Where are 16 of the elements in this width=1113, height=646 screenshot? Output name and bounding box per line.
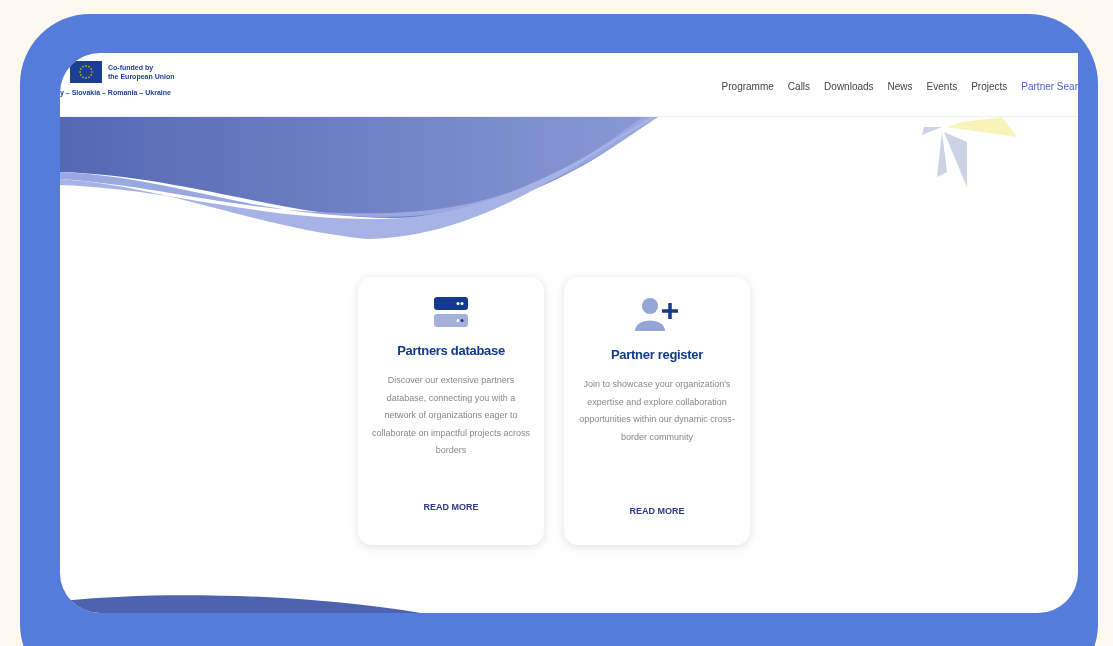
server-icon xyxy=(434,297,468,327)
nav-link[interactable]: Downloads xyxy=(824,81,874,92)
card-title: Partner register xyxy=(611,347,703,362)
card-description: Join to showcase your organization's expertise and explore collaboration opportunities within our dynamic cross-border community xyxy=(578,378,736,444)
nav-link[interactable]: Projects xyxy=(971,81,1008,92)
nav-link[interactable]: News xyxy=(887,81,913,92)
add-user-icon xyxy=(635,297,679,331)
nav-link[interactable]: Programme xyxy=(721,81,774,92)
nav-link[interactable]: Calls xyxy=(787,81,811,92)
card-description: Discover our extensive partners database, connecting you with a network of organizations eager to collaborate on impactful projects across borders xyxy=(370,374,532,457)
card-title: Partners database xyxy=(397,343,505,358)
flag-icon xyxy=(70,61,102,83)
read-more-link[interactable]: READ MORE xyxy=(423,502,479,512)
nav-link[interactable]: Events xyxy=(926,81,958,92)
nav-link[interactable]: Partner Sear xyxy=(1021,81,1078,92)
read-more-link[interactable]: READ MORE xyxy=(629,506,685,516)
